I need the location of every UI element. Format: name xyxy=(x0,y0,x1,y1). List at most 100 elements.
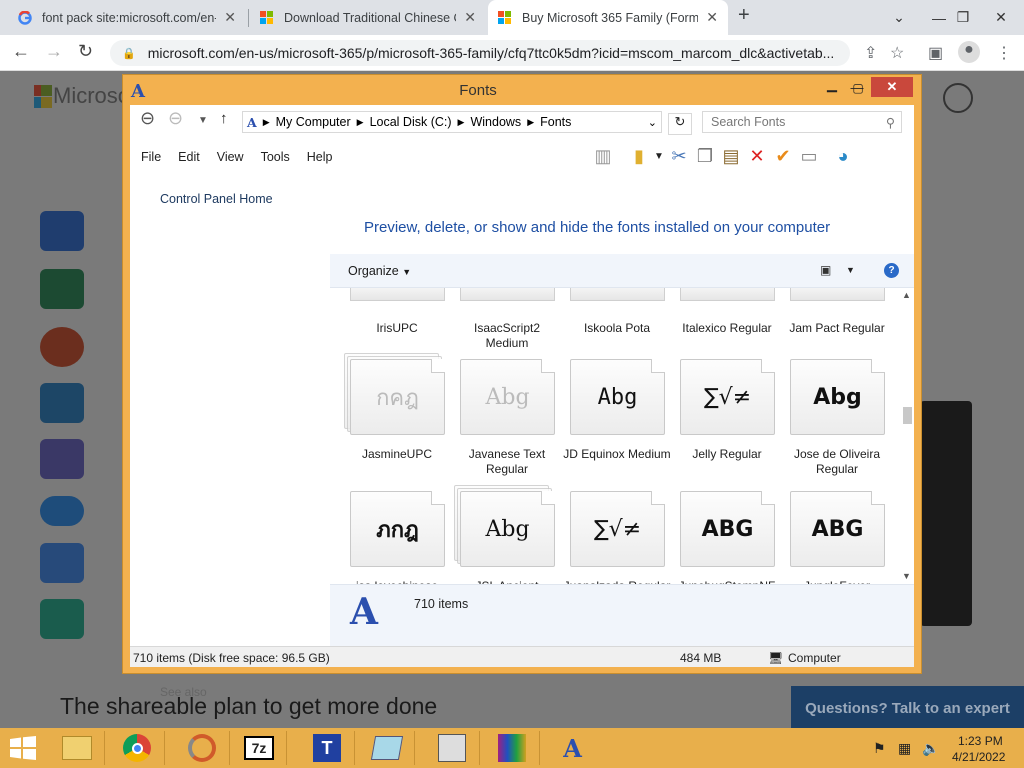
bookmark-star-icon[interactable]: ☆ xyxy=(890,43,904,63)
font-label[interactable]: Iskoola Pota xyxy=(562,321,672,336)
font-tile-cutoff[interactable] xyxy=(680,288,775,301)
forward-button[interactable]: ⊖ xyxy=(168,108,183,132)
font-label[interactable]: JD Equinox Medium xyxy=(562,447,672,462)
maximize-button[interactable]: ▢ xyxy=(847,78,869,98)
breadcrumb-item[interactable]: My Computer xyxy=(276,115,351,129)
font-tile[interactable]: Abg xyxy=(460,359,555,435)
font-label[interactable]: Jelly Regular xyxy=(672,447,782,462)
browser-tab-0[interactable]: font pack site:microsoft.com/en- ✕ xyxy=(8,0,246,35)
font-label[interactable]: Jam Pact Regular xyxy=(782,321,892,336)
menu-edit[interactable]: Edit xyxy=(178,150,200,164)
close-tab-icon[interactable]: ✕ xyxy=(224,9,236,26)
font-tile-cutoff[interactable] xyxy=(570,288,665,301)
forward-arrow-icon[interactable]: → xyxy=(45,41,63,62)
browser-tab-2[interactable]: Buy Microsoft 365 Family (Forme ✕ xyxy=(488,0,728,35)
file-explorer-icon[interactable] xyxy=(50,731,105,765)
font-tile[interactable]: ภกฎ xyxy=(350,491,445,567)
app-icon[interactable] xyxy=(175,731,230,765)
browser-tab-1[interactable]: Download Traditional Chinese Cl ✕ xyxy=(250,0,486,35)
font-label[interactable]: Jose de Oliveira Regular xyxy=(782,447,892,477)
font-tile-cutoff[interactable] xyxy=(350,288,445,301)
breadcrumb-item[interactable]: Local Disk (C:) xyxy=(370,115,452,129)
vertical-scrollbar[interactable]: ▲ ▼ xyxy=(900,288,914,584)
disk-icon[interactable] xyxy=(425,731,480,765)
cut-icon[interactable]: ✂ xyxy=(666,143,692,169)
globe-icon[interactable]: ◕ xyxy=(830,143,856,169)
winrar-icon[interactable] xyxy=(485,731,540,765)
chevron-down-icon[interactable]: ▼ xyxy=(652,143,666,169)
clock-time[interactable]: 1:23 PM xyxy=(958,734,1003,748)
side-panel-icon[interactable]: ▣ xyxy=(928,43,943,63)
font-tile[interactable]: ∑√≠ xyxy=(570,491,665,567)
notepad-icon[interactable] xyxy=(360,731,415,765)
font-tile[interactable]: ABG xyxy=(680,491,775,567)
font-tile[interactable]: Abg xyxy=(570,359,665,435)
typing-icon[interactable]: T xyxy=(300,731,355,765)
font-tile-cutoff[interactable] xyxy=(790,288,885,301)
copy-icon[interactable]: ❐ xyxy=(692,143,718,169)
clock-date[interactable]: 4/21/2022 xyxy=(952,750,1005,764)
control-panel-home-link[interactable]: Control Panel Home xyxy=(160,192,273,206)
close-window-button[interactable]: ✕ xyxy=(978,0,1024,35)
chat-button[interactable]: Questions? Talk to an expert xyxy=(791,686,1024,731)
menu-file[interactable]: File xyxy=(141,150,161,164)
folder-options-icon[interactable]: ▮ xyxy=(626,143,652,169)
minimize-button[interactable]: ▁ xyxy=(821,75,843,95)
refresh-icon[interactable]: ↻ xyxy=(668,113,692,135)
breadcrumb-item[interactable]: Windows xyxy=(470,115,521,129)
7zip-icon[interactable]: 7z xyxy=(232,731,287,765)
checkmark-icon[interactable]: ✔ xyxy=(770,143,796,169)
back-arrow-icon[interactable]: ← xyxy=(12,41,30,62)
share-icon[interactable]: ⇪ xyxy=(864,43,877,63)
properties-icon[interactable]: ▭ xyxy=(796,143,822,169)
font-tile-cutoff[interactable] xyxy=(460,288,555,301)
help-icon[interactable]: ? xyxy=(884,263,899,278)
new-tab-button[interactable]: + xyxy=(738,4,750,27)
profile-icon[interactable]: ● xyxy=(958,41,980,63)
close-tab-icon[interactable]: ✕ xyxy=(464,9,476,26)
font-tile[interactable]: Abg xyxy=(460,491,555,567)
font-label[interactable]: JasmineUPC xyxy=(342,447,452,462)
action-center-icon[interactable]: ⚑ xyxy=(873,740,886,757)
layout-icon[interactable]: ▥ xyxy=(590,143,616,169)
back-button[interactable]: ⊖ xyxy=(140,108,155,132)
scroll-down-icon[interactable]: ▼ xyxy=(902,571,911,581)
reload-icon[interactable]: ↻ xyxy=(78,41,93,62)
recent-locations-icon[interactable]: ▼ xyxy=(198,115,208,139)
menu-help[interactable]: Help xyxy=(307,150,333,164)
breadcrumb-item[interactable]: Fonts xyxy=(540,115,571,129)
chevron-down-icon[interactable]: ⌄ xyxy=(648,116,657,129)
organize-button[interactable]: Organize ▼ xyxy=(348,264,411,278)
font-label[interactable]: Javanese Text Regular xyxy=(452,447,562,477)
account-icon[interactable] xyxy=(943,83,973,113)
font-tile[interactable]: กคฎ xyxy=(350,359,445,435)
delete-icon[interactable]: ✕ xyxy=(744,143,770,169)
menu-view[interactable]: View xyxy=(217,150,244,164)
breadcrumb[interactable]: A ▶ My Computer ▶ Local Disk (C:) ▶ Wind… xyxy=(242,111,662,133)
volume-muted-icon[interactable]: 🔈 xyxy=(922,740,939,757)
fonts-icon[interactable]: A xyxy=(545,731,600,765)
up-arrow-icon[interactable]: ↑ xyxy=(220,110,228,134)
search-placeholder: Search Fonts xyxy=(711,115,786,129)
page-fold xyxy=(761,359,775,373)
search-input[interactable]: Search Fonts ⚲ xyxy=(702,111,902,133)
font-tile[interactable]: ∑√≠ xyxy=(680,359,775,435)
close-button[interactable]: ✕ xyxy=(871,77,913,97)
menu-tools[interactable]: Tools xyxy=(261,150,290,164)
address-bar[interactable]: 🔒 microsoft.com/en-us/microsoft-365/p/mi… xyxy=(110,40,850,66)
font-tile[interactable]: Abg xyxy=(790,359,885,435)
font-label[interactable]: IrisUPC xyxy=(342,321,452,336)
chevron-down-icon[interactable]: ▼ xyxy=(846,265,855,275)
start-button[interactable] xyxy=(8,736,38,763)
paste-icon[interactable]: ▤ xyxy=(718,143,744,169)
chrome-icon[interactable] xyxy=(110,731,165,765)
font-tile[interactable]: ABG xyxy=(790,491,885,567)
font-label[interactable]: Italexico Regular xyxy=(672,321,782,336)
view-options-icon[interactable]: ▣ xyxy=(820,263,831,277)
scrollbar-thumb[interactable] xyxy=(903,407,912,424)
scroll-up-icon[interactable]: ▲ xyxy=(902,290,911,300)
network-icon[interactable]: ▦ xyxy=(898,740,911,757)
close-tab-icon[interactable]: ✕ xyxy=(706,9,718,26)
menu-dots-icon[interactable]: ⋮ xyxy=(996,43,1012,63)
font-label[interactable]: IsaacScript2 Medium xyxy=(452,321,562,351)
